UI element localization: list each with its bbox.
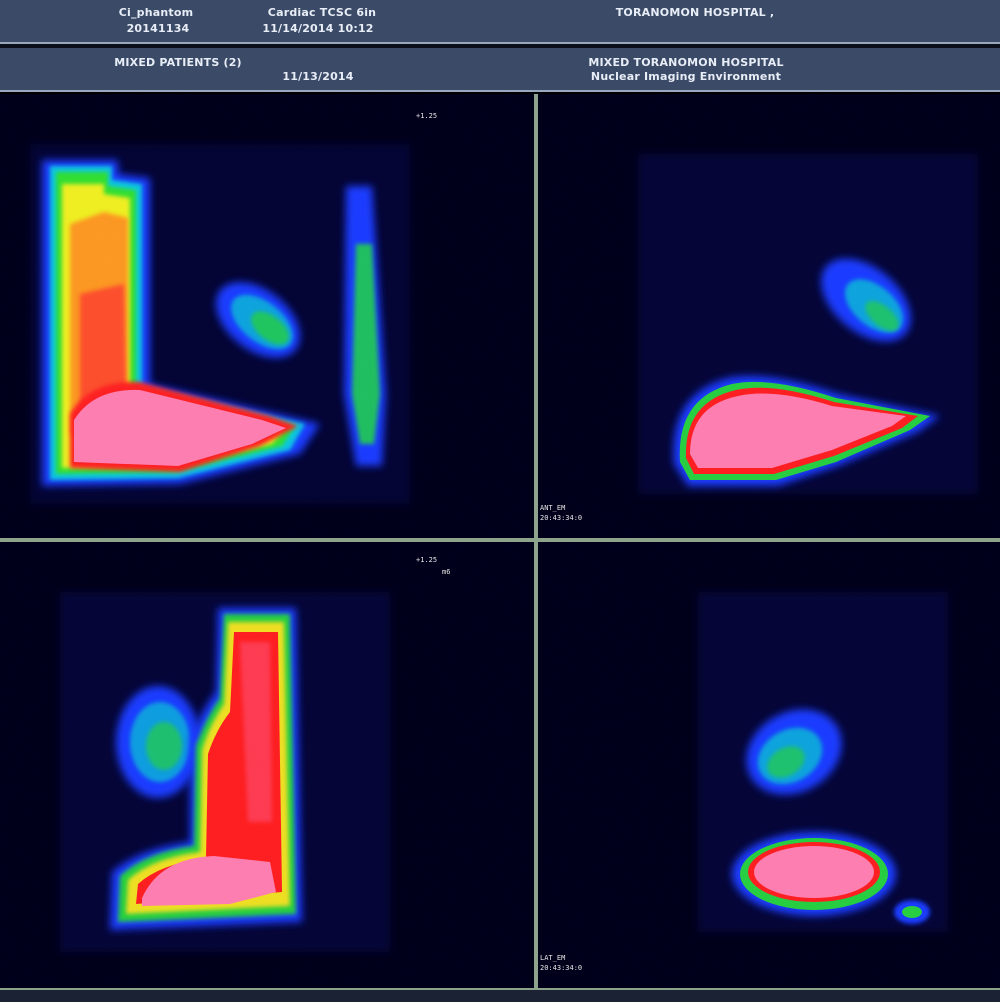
scintigram-bottom-right <box>538 542 1000 990</box>
scintigram-top-right <box>538 94 1000 538</box>
institution-name: MIXED TORANOMON HOSPITAL <box>588 56 784 69</box>
horizontal-divider[interactable] <box>0 538 1000 542</box>
hospital-name: TORANOMON HOSPITAL , <box>615 6 775 19</box>
time-label: 20:43:34:0 <box>540 964 583 972</box>
view-label: LAT_EM <box>540 954 566 962</box>
pane-bottom-left[interactable]: +1.25 m6 <box>0 542 534 990</box>
vertical-divider[interactable] <box>534 94 538 990</box>
series-header: MIXED PATIENTS (2) 11/13/2014 MIXED TORA… <box>0 48 1000 92</box>
view-label: ANT_EM <box>540 504 566 512</box>
environment-name: Nuclear Imaging Environment <box>590 70 782 83</box>
pane-bottom-right[interactable]: LAT_EM 20:43:34:0 <box>538 542 1000 990</box>
patient-name: Ci_phantom <box>118 6 194 19</box>
patient-id: 20141134 <box>126 22 190 35</box>
study-datetime: 11/14/2014 10:12 <box>262 22 374 35</box>
patient-group: MIXED PATIENTS (2) <box>114 56 242 69</box>
scale-label: +1.25 <box>416 556 438 564</box>
extra-label: m6 <box>442 568 451 576</box>
study-name: Cardiac TCSC 6in <box>267 6 377 19</box>
time-label: 20:43:34:0 <box>540 514 583 522</box>
series-date: 11/13/2014 <box>282 70 354 83</box>
study-header: Ci_phantom 20141134 Cardiac TCSC 6in 11/… <box>0 0 1000 44</box>
pane-top-right[interactable]: ANT_EM 20:43:34:0 <box>538 94 1000 538</box>
scintigram-top-left <box>0 94 534 538</box>
scintigram-bottom-left <box>0 542 534 990</box>
image-viewport[interactable]: +1.25 ANT_EM 20:43:34:0 +1.25 m6 LAT_EM … <box>0 94 1000 990</box>
scale-label: +1.25 <box>416 112 438 120</box>
pane-top-left[interactable]: +1.25 <box>0 94 534 538</box>
